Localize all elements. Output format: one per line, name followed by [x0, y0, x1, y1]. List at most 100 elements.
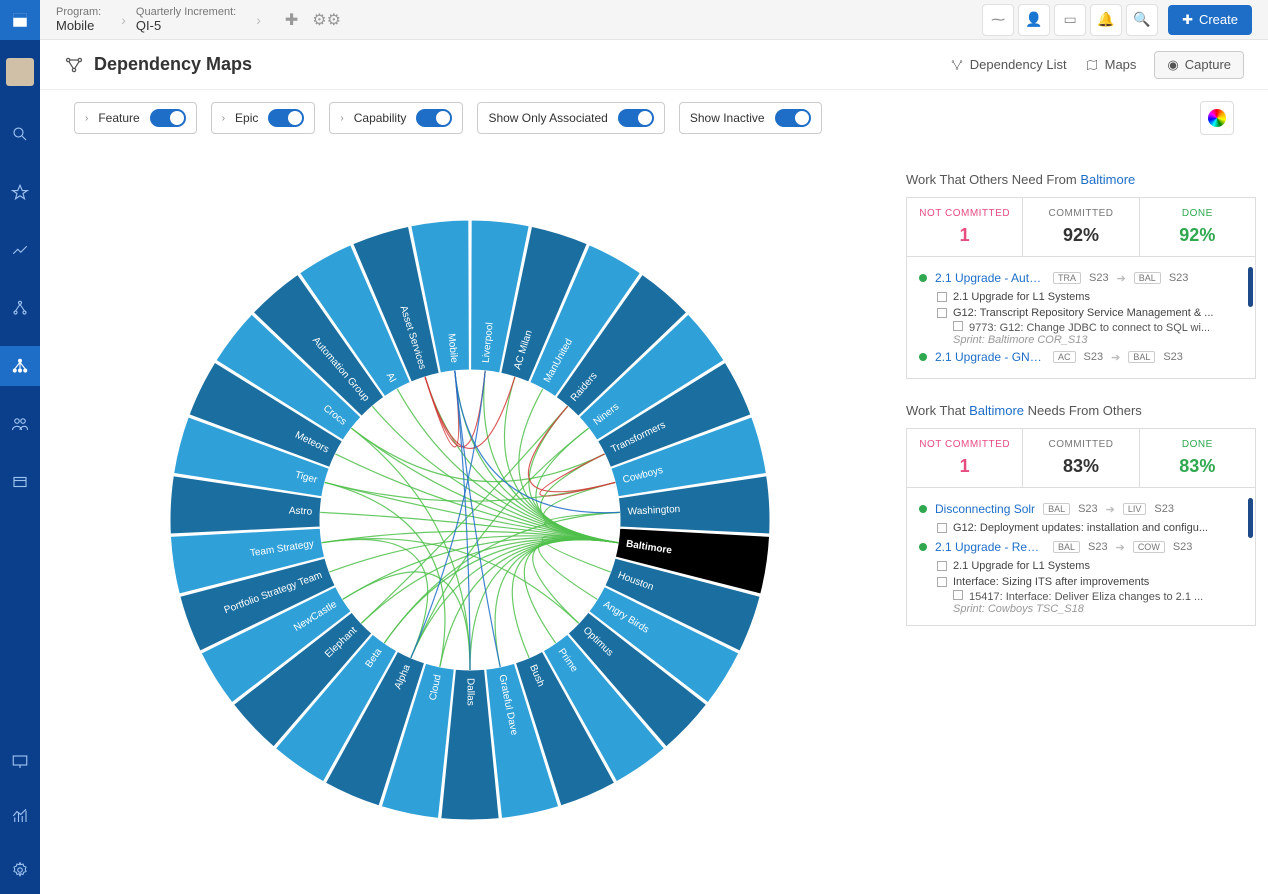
work-item-title[interactable]: 2.1 Upgrade - Auto GNO: [935, 271, 1045, 285]
work-item-title[interactable]: Disconnecting Solr: [935, 502, 1035, 516]
to-sprint: S23: [1163, 351, 1183, 363]
stat-committed[interactable]: COMMITTED83%: [1023, 429, 1139, 487]
nav-star-icon[interactable]: [0, 172, 40, 212]
breadcrumb-program[interactable]: Program: Mobile: [56, 6, 101, 33]
breadcrumb-program-label: Program:: [56, 6, 101, 18]
nav-settings-icon[interactable]: [0, 850, 40, 890]
stat-not-committed[interactable]: NOT COMMITTED1: [907, 429, 1023, 487]
filter-show-inactive[interactable]: Show Inactive: [679, 102, 822, 134]
panel2-items: Disconnecting Solr BAL S23 ➔ LIV S23G12:…: [906, 488, 1256, 626]
feature-icon: [937, 561, 947, 571]
work-item-sub[interactable]: G12: Deployment updates: installation an…: [919, 520, 1243, 536]
work-item-sub[interactable]: Interface: Sizing ITS after improvements: [919, 574, 1243, 590]
dependency-list-link[interactable]: Dependency List: [950, 57, 1067, 72]
nav-people-icon[interactable]: [0, 404, 40, 444]
scrollbar[interactable]: [1248, 498, 1253, 538]
nav-hierarchy-icon[interactable]: [0, 288, 40, 328]
search-icon[interactable]: 🔍: [1126, 4, 1158, 36]
nav-search-icon[interactable]: [0, 114, 40, 154]
work-item-sub[interactable]: G12: Transcript Repository Service Manag…: [919, 305, 1243, 321]
panel1-title: Work That Others Need From Baltimore: [906, 172, 1256, 187]
breadcrumb-qi-value: QI-5: [136, 18, 236, 33]
toggle-feature[interactable]: [150, 109, 186, 127]
feature-icon: [937, 523, 947, 533]
activity-icon[interactable]: ⁓: [982, 4, 1014, 36]
chord-link[interactable]: [411, 371, 485, 658]
story-icon: [953, 321, 963, 331]
panel2-team-link[interactable]: Baltimore: [969, 403, 1024, 418]
color-settings-button[interactable]: [1200, 101, 1234, 135]
capture-button[interactable]: ◉Capture: [1154, 51, 1244, 79]
chord-label[interactable]: Dallas: [464, 678, 475, 706]
panel1-team-link[interactable]: Baltimore: [1080, 172, 1135, 187]
filter-show-associated[interactable]: Show Only Associated: [477, 102, 664, 134]
breadcrumb-program-value: Mobile: [56, 18, 101, 33]
chord-link[interactable]: [455, 371, 500, 667]
nav-presentation-icon[interactable]: [0, 742, 40, 782]
stat-committed[interactable]: COMMITTED92%: [1023, 198, 1139, 256]
chord-link[interactable]: [335, 454, 618, 543]
chord-link[interactable]: [425, 371, 459, 447]
filter-capability[interactable]: ›Capability: [329, 102, 463, 134]
nav-line-chart-icon[interactable]: [0, 230, 40, 270]
feature-icon: [937, 577, 947, 587]
work-item-story[interactable]: 9773: G12: Change JDBC to connect to SQL…: [919, 321, 1243, 334]
toggle-show-associated[interactable]: [618, 109, 654, 127]
chord-label[interactable]: Astro: [289, 505, 313, 517]
from-sprint: S23: [1088, 541, 1108, 553]
to-team-tag: LIV: [1123, 503, 1147, 515]
breadcrumb-qi[interactable]: Quarterly Increment: QI-5: [136, 6, 236, 33]
panel1-items: 2.1 Upgrade - Auto GNO TRA S23 ➔ BAL S23…: [906, 257, 1256, 379]
scrollbar[interactable]: [1248, 267, 1253, 307]
maps-link[interactable]: Maps: [1085, 57, 1137, 72]
story-icon: [953, 590, 963, 600]
work-item-row[interactable]: 2.1 Upgrade - Auto GNO TRA S23 ➔ BAL S23: [919, 267, 1243, 289]
stat-not-committed[interactable]: NOT COMMITTED1: [907, 198, 1023, 256]
plus-icon[interactable]: ✚: [285, 10, 298, 30]
toggle-epic[interactable]: [268, 109, 304, 127]
to-sprint: S23: [1173, 541, 1193, 553]
work-item-row[interactable]: 2.1 Upgrade - Ready to BAL S23 ➔ COW S23: [919, 536, 1243, 558]
status-dot-icon: [919, 505, 927, 513]
bell-icon[interactable]: 🔔: [1090, 4, 1122, 36]
work-item-title[interactable]: 2.1 Upgrade - GNG pass: [935, 350, 1045, 364]
chord-link[interactable]: [425, 377, 515, 449]
stat-done[interactable]: DONE83%: [1140, 429, 1255, 487]
product-logo[interactable]: [0, 0, 40, 40]
clipboard-icon[interactable]: ▭: [1054, 4, 1086, 36]
color-wheel-icon: [1208, 109, 1226, 127]
user-avatar[interactable]: [6, 58, 34, 86]
chevron-right-icon: ›: [222, 113, 225, 124]
filter-feature[interactable]: ›Feature: [74, 102, 197, 134]
chord-diagram[interactable]: LiverpoolAC MilanManUnitedRaidersNinersT…: [160, 210, 780, 830]
gears-icon[interactable]: ⚙⚙: [312, 10, 341, 30]
chord-link[interactable]: [343, 538, 619, 600]
work-item-sub[interactable]: 2.1 Upgrade for L1 Systems: [919, 289, 1243, 305]
page-title: Dependency Maps: [94, 54, 252, 75]
toggle-show-inactive[interactable]: [775, 109, 811, 127]
chevron-right-icon: ›: [85, 113, 88, 124]
status-dot-icon: [919, 543, 927, 551]
nav-card-icon[interactable]: [0, 462, 40, 502]
user-icon[interactable]: 👤: [1018, 4, 1050, 36]
nav-dependency-icon[interactable]: [0, 346, 40, 386]
work-item-row[interactable]: Disconnecting Solr BAL S23 ➔ LIV S23: [919, 498, 1243, 520]
work-item-sub[interactable]: 2.1 Upgrade for L1 Systems: [919, 558, 1243, 574]
work-item-story[interactable]: 15417: Interface: Deliver Eliza changes …: [919, 590, 1243, 603]
work-item-title[interactable]: 2.1 Upgrade - Ready to: [935, 540, 1045, 554]
panel1-stats: NOT COMMITTED1 COMMITTED92% DONE92%: [906, 197, 1256, 257]
create-button[interactable]: ✚ Create: [1168, 5, 1252, 35]
from-team-tag: BAL: [1053, 541, 1080, 553]
filter-epic[interactable]: ›Epic: [211, 102, 316, 134]
stat-done[interactable]: DONE92%: [1140, 198, 1255, 256]
plus-icon: ✚: [1182, 12, 1193, 28]
panel2-title: Work That Baltimore Needs From Others: [906, 403, 1256, 418]
nav-bar-chart-icon[interactable]: [0, 796, 40, 836]
create-button-label: Create: [1199, 12, 1238, 27]
toggle-capability[interactable]: [416, 109, 452, 127]
work-item-row[interactable]: 2.1 Upgrade - GNG pass AC S23 ➔ BAL S23: [919, 346, 1243, 368]
to-team-tag: BAL: [1128, 351, 1155, 363]
filter-bar: ›Feature ›Epic ›Capability Show Only Ass…: [40, 90, 1268, 146]
arrow-right-icon: ➔: [1106, 503, 1115, 516]
dependency-map-icon: [64, 55, 84, 75]
